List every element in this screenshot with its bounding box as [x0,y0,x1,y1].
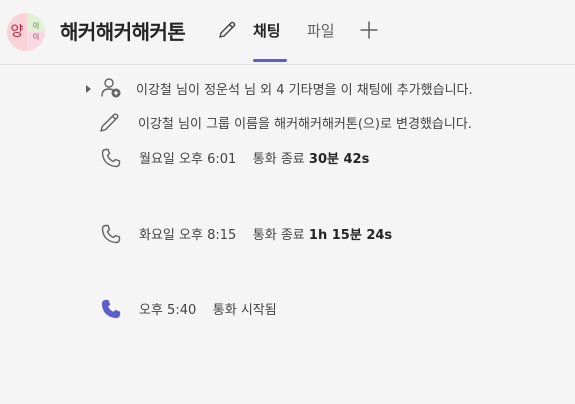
add-person-icon [99,76,123,100]
call-summary: 월요일 오후 6:01 통화 종료 30분 42s [139,148,369,167]
phone-icon [99,222,123,246]
call-event-ended: 월요일 오후 6:01 통화 종료 30분 42s [0,145,575,171]
call-time: 월요일 오후 6:01 [139,152,237,167]
call-event-ended: 화요일 오후 8:15 통화 종료 1h 15분 24s [0,221,575,247]
phone-filled-icon [99,297,123,321]
tab-files[interactable]: 파일 [307,20,335,41]
call-duration: 30분 42s [308,152,370,167]
avatar-initial: 양 [7,13,27,51]
group-avatar[interactable]: 양 이 이 [7,13,45,51]
call-summary: 화요일 오후 8:15 통화 종료 1h 15분 24s [139,224,392,243]
avatar-initial-tertiary: 이 [27,32,45,51]
chat-header: 양 이 이 해커해커해커톤 채팅 파일 [0,0,575,65]
edit-name-icon[interactable] [216,19,238,41]
event-text: 이강철 님이 정운석 님 외 4 기타명을 이 채팅에 추가했습니다. [136,83,473,98]
call-time: 오후 5:40 [139,303,197,318]
call-status: 통화 종료 [252,152,305,167]
tab-chat[interactable]: 채팅 [253,20,281,41]
call-status: 통화 시작됨 [212,303,277,318]
chat-title[interactable]: 해커해커해커톤 [60,16,186,45]
system-event-renamed: 이강철 님이 그룹 이름을 해커해커해커톤(으)로 변경했습니다. [0,110,575,136]
expand-caret-icon[interactable] [86,85,91,93]
pencil-icon [98,110,122,134]
call-status: 통화 종료 [252,228,305,243]
system-event-members-added: 이강철 님이 정운석 님 외 4 기타명을 이 채팅에 추가했습니다. [0,76,575,102]
event-text: 이강철 님이 그룹 이름을 해커해커해커톤(으)로 변경했습니다. [138,117,472,132]
call-summary: 오후 5:40 통화 시작됨 [139,299,277,318]
phone-icon [99,146,123,170]
call-duration: 1h 15분 24s [308,228,393,243]
add-tab-icon[interactable] [358,19,380,41]
avatar-initial-secondary: 이 [27,13,45,32]
call-event-started: 오후 5:40 통화 시작됨 [0,296,575,322]
active-tab-indicator [253,59,287,62]
call-time: 화요일 오후 8:15 [139,228,237,243]
